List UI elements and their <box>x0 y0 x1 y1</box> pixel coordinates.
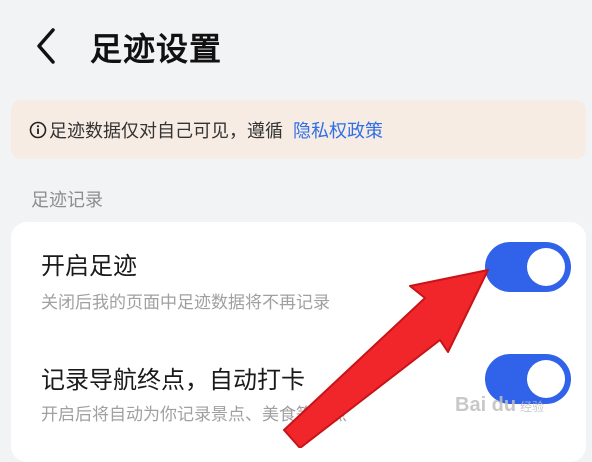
page-title: 足迹设置 <box>90 30 223 68</box>
footprint-toggle[interactable] <box>485 242 571 292</box>
watermark: Bai du 经验 <box>455 394 544 417</box>
watermark-sub: 经验 <box>520 400 545 414</box>
back-button[interactable] <box>24 22 68 70</box>
setting-title-footprint: 开启足迹 <box>41 252 137 280</box>
watermark-brand: Bai du <box>455 394 517 416</box>
toggle-knob <box>527 248 565 286</box>
setting-desc-auto-checkin: 开启后将自动为你记录景点、美食等地点 <box>41 405 347 425</box>
privacy-policy-link[interactable]: 隐私权政策 <box>293 117 383 143</box>
settings-card: 开启足迹 关闭后我的页面中足迹数据将不再记录 记录导航终点，自动打卡 开启后将自… <box>11 222 586 462</box>
header: 足迹设置 <box>0 0 592 92</box>
section-label: 足迹记录 <box>31 190 103 211</box>
toggle-knob <box>527 360 565 398</box>
notice-text: 足迹数据仅对自己可见，遵循 <box>49 120 283 142</box>
setting-desc-footprint: 关闭后我的页面中足迹数据将不再记录 <box>41 293 330 313</box>
info-icon <box>29 121 47 139</box>
chevron-left-icon <box>37 28 55 64</box>
setting-title-auto-checkin: 记录导航终点，自动打卡 <box>41 366 305 394</box>
privacy-notice: 足迹数据仅对自己可见，遵循 隐私权政策 <box>11 100 586 159</box>
